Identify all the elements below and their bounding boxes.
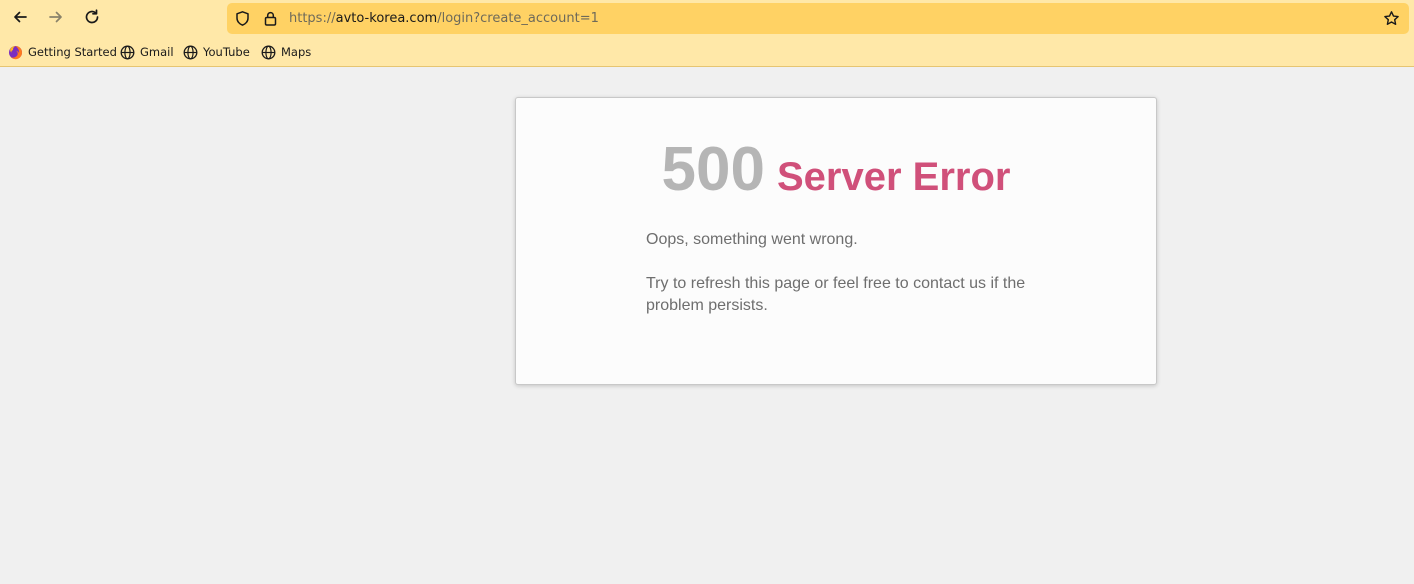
error-headline: 500 Server Error — [516, 134, 1156, 204]
back-button[interactable] — [6, 6, 34, 32]
forward-button[interactable] — [42, 6, 70, 32]
bookmark-maps[interactable]: Maps — [261, 44, 311, 60]
bookmark-label: Maps — [281, 45, 312, 59]
error-card: 500 Server Error Oops, something went wr… — [515, 97, 1157, 385]
browser-toolbar: https://avto-korea.com/login?create_acco… — [0, 0, 1414, 38]
firefox-icon — [8, 45, 23, 60]
star-icon[interactable] — [1383, 10, 1400, 27]
globe-icon — [120, 45, 135, 60]
globe-icon — [183, 45, 198, 60]
bookmark-gmail[interactable]: Gmail — [120, 44, 174, 60]
lock-icon[interactable] — [262, 10, 279, 27]
bookmark-label: Getting Started — [28, 45, 117, 59]
reload-icon — [83, 8, 101, 31]
globe-icon — [261, 45, 276, 60]
reload-button[interactable] — [78, 6, 106, 32]
url-bar[interactable]: https://avto-korea.com/login?create_acco… — [227, 3, 1409, 34]
shield-icon[interactable] — [234, 10, 251, 27]
url-text[interactable]: https://avto-korea.com/login?create_acco… — [289, 11, 599, 26]
error-message-primary: Oops, something went wrong. — [646, 231, 858, 248]
bookmark-getting-started[interactable]: Getting Started — [8, 44, 117, 60]
error-message-secondary: Try to refresh this page or feel free to… — [646, 275, 1026, 314]
back-arrow-icon — [11, 8, 29, 31]
error-title: Server Error — [776, 155, 1011, 199]
forward-arrow-icon — [47, 8, 65, 31]
bookmark-label: YouTube — [203, 45, 250, 59]
bookmark-youtube[interactable]: YouTube — [183, 44, 250, 60]
url-host: avto-korea.com — [335, 11, 438, 26]
url-scheme: https:// — [289, 11, 336, 26]
url-path: /login?create_account=1 — [437, 11, 599, 26]
bookmark-label: Gmail — [140, 45, 174, 59]
error-code: 500 — [661, 135, 765, 204]
bookmarks-bar: Getting Started Gmail YouTube Maps — [0, 38, 1414, 67]
